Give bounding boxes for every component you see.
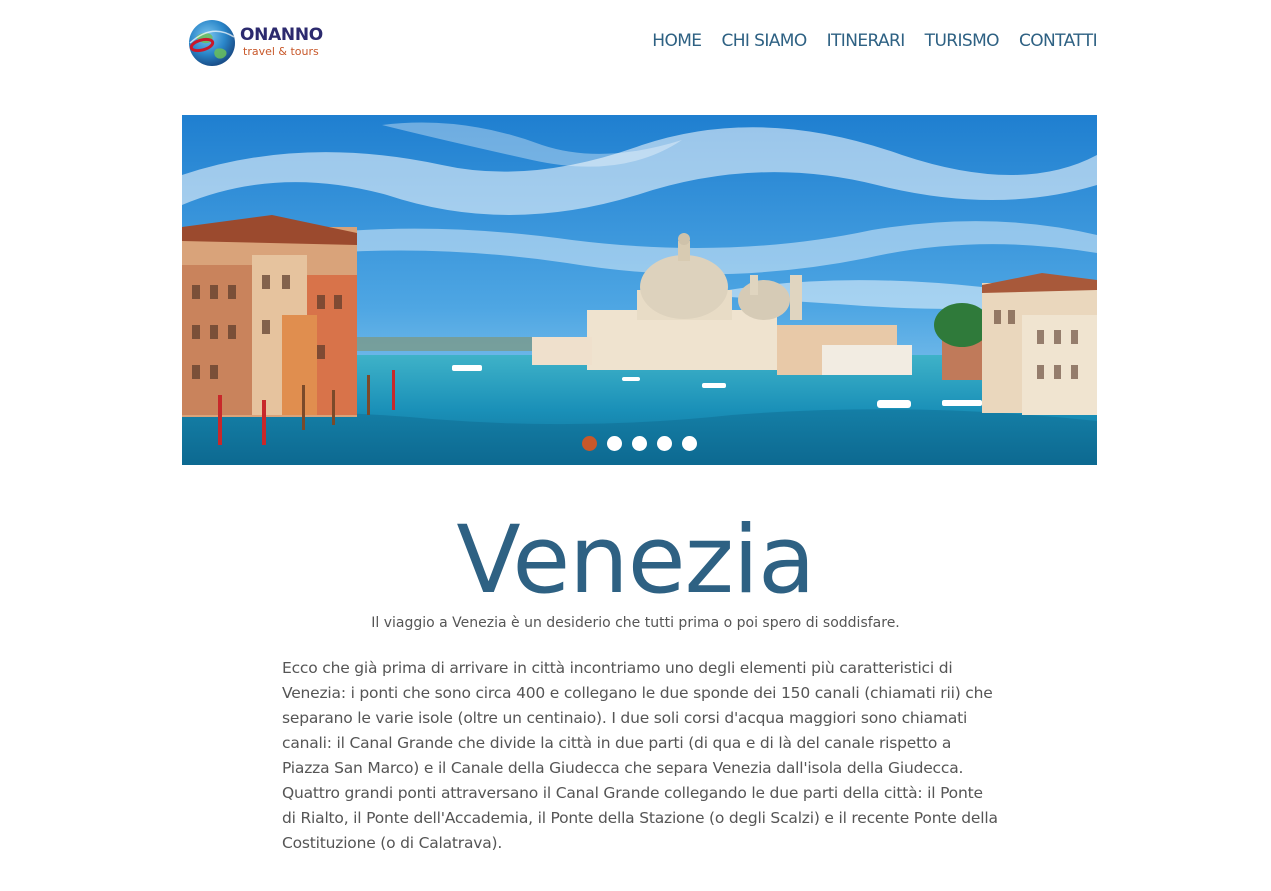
- slider-dot-5[interactable]: [682, 436, 697, 451]
- globe-icon: [189, 20, 235, 66]
- slider-dot-4[interactable]: [657, 436, 672, 451]
- slider-dot-1[interactable]: [582, 436, 597, 451]
- nav-item-itinerari[interactable]: ITINERARI: [827, 29, 906, 53]
- nav-item-contatti[interactable]: CONTATTI: [1019, 29, 1098, 53]
- hero-slider[interactable]: [182, 115, 1097, 465]
- nav-item-chi-siamo[interactable]: CHI SIAMO: [721, 29, 807, 53]
- page-title: Venezia: [456, 506, 815, 615]
- slide-image-venice: [182, 115, 1097, 465]
- slider-dot-3[interactable]: [632, 436, 647, 451]
- main-nav: HOME CHI SIAMO ITINERARI TURISMO CONTATT…: [652, 29, 1097, 53]
- slider-dot-2[interactable]: [607, 436, 622, 451]
- nav-item-turismo[interactable]: TURISMO: [925, 29, 1000, 53]
- slider-dots: [182, 436, 1097, 451]
- site-header: ONANNO travel & tours HOME CHI SIAMO ITI…: [0, 0, 1271, 90]
- logo-tagline: travel & tours: [243, 45, 319, 58]
- logo-brand: ONANNO: [240, 25, 323, 45]
- page-subtitle: Il viaggio a Venezia è un desiderio che …: [371, 615, 900, 631]
- site-logo[interactable]: ONANNO travel & tours: [188, 18, 328, 70]
- nav-item-home[interactable]: HOME: [652, 29, 702, 53]
- body-paragraph: Ecco che già prima di arrivare in città …: [282, 659, 998, 852]
